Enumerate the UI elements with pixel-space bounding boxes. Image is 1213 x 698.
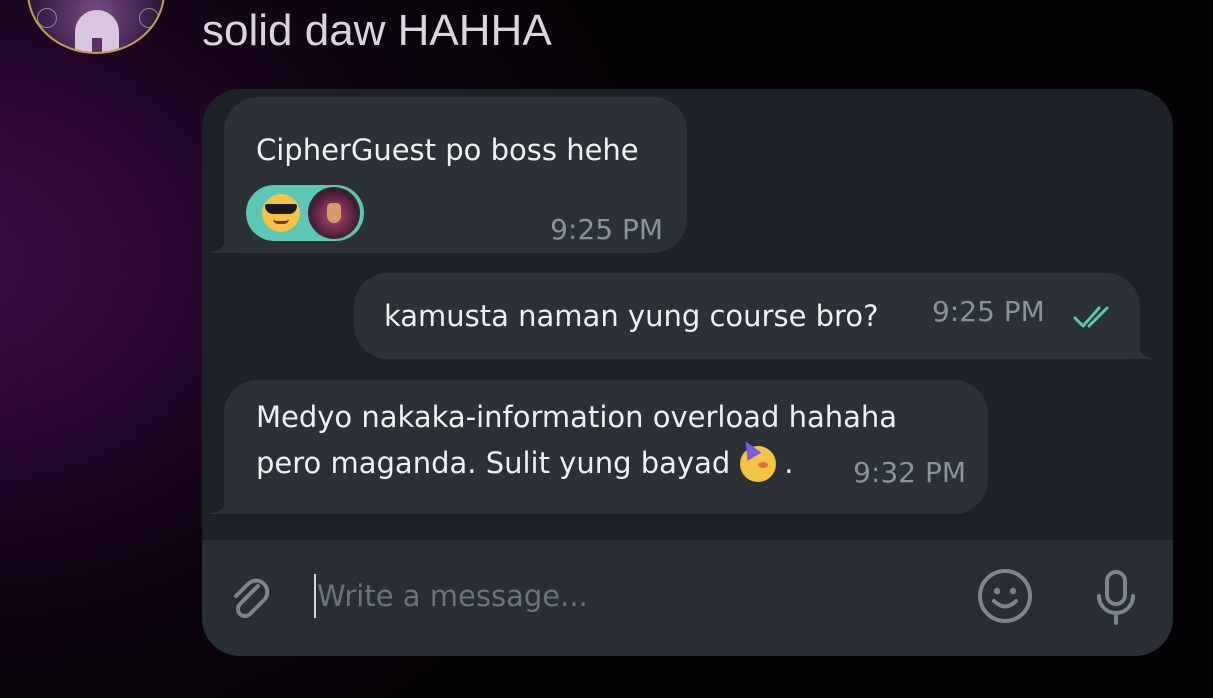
paperclip-icon[interactable] [224,572,278,626]
smiling-face-with-sunglasses-emoji-icon [262,194,300,232]
top-message-text: solid daw HAHHA [202,6,552,55]
avatar-figure-icon [75,10,119,52]
message-text-line-2: pero maganda. Sulit yung bayad. [256,437,794,486]
message-text-line: Medyo nakaka-information overload hahaha [256,400,898,434]
message-bubble-incoming[interactable]: Medyo nakaka-information overload hahaha… [208,380,988,514]
partying-face-emoji-icon [738,437,780,482]
text-caret [314,574,316,618]
coin-icon [139,8,159,28]
message-composer [202,540,1173,656]
microphone-icon[interactable] [1092,568,1140,628]
message-bubble-incoming[interactable]: CipherGuest po boss hehe 9:25 PM [208,97,687,253]
smiley-icon[interactable] [976,567,1034,625]
message-text: kamusta naman yung course bro? [384,299,879,333]
message-text-line: pero maganda. Sulit yung bayad [256,446,731,480]
chat-window: CipherGuest po boss hehe 9:25 PM kamusta… [202,89,1173,656]
sticker-pack[interactable] [246,185,364,241]
message-time: 9:25 PM [550,213,663,246]
coin-icon [37,8,57,28]
message-input[interactable] [317,570,957,622]
message-time: 9:32 PM [853,456,966,489]
user-avatar[interactable] [27,0,165,54]
message-trailing-text: . [784,446,794,480]
message-bubble-outgoing[interactable]: kamusta naman yung course bro? 9:25 PM [354,273,1156,359]
message-time: 9:25 PM [932,295,1045,328]
message-text: CipherGuest po boss hehe [256,133,639,167]
double-check-read-icon [1073,306,1109,328]
beast-mask-emoji-icon [308,187,360,239]
